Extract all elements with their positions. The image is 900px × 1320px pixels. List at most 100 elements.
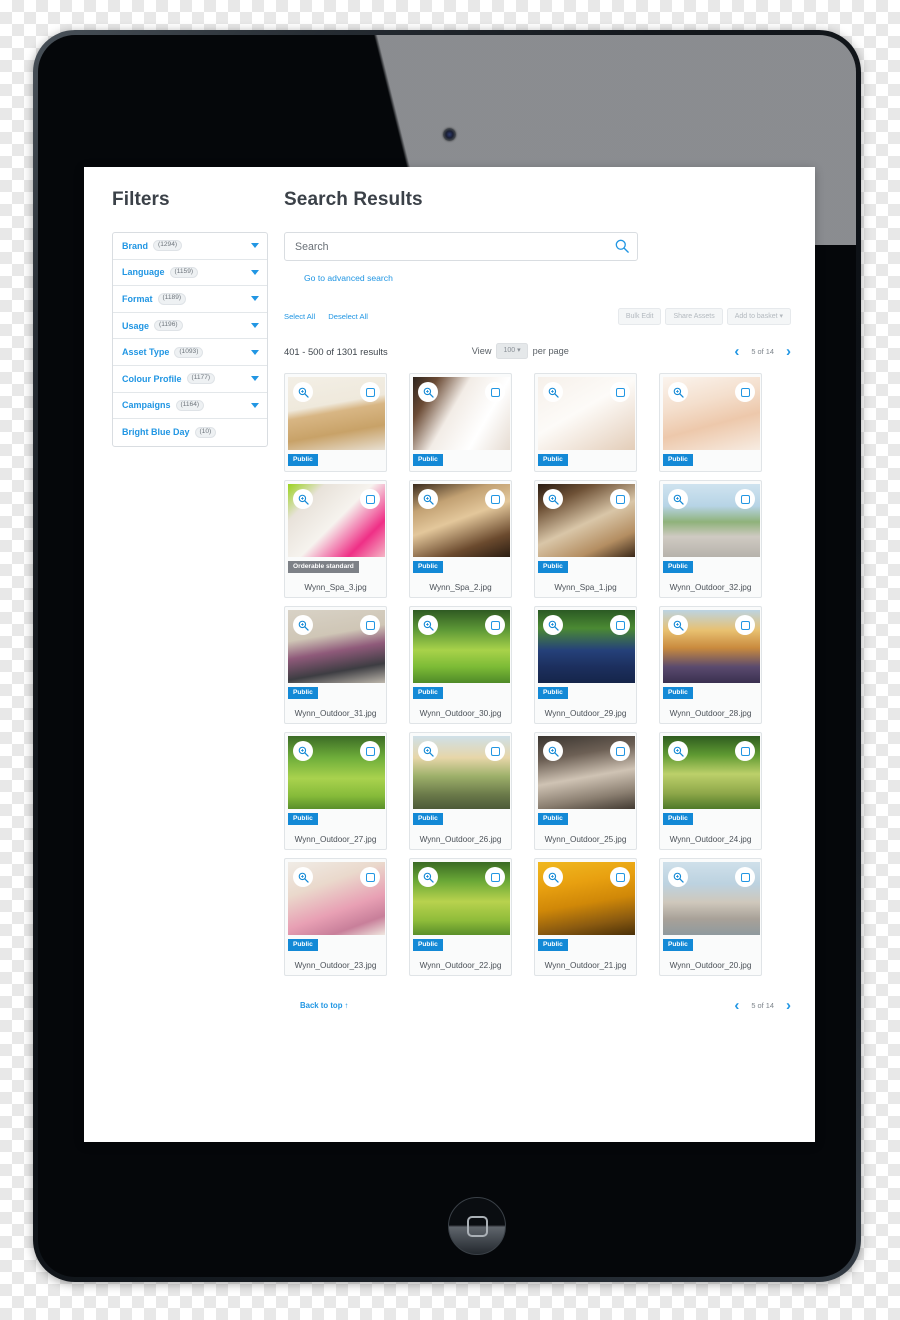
filter-row-brand[interactable]: Brand (1294)	[113, 233, 267, 260]
filters-title: Filters	[112, 189, 170, 210]
asset-card[interactable]: Public	[284, 373, 387, 472]
select-asset-checkbox[interactable]	[360, 382, 380, 402]
chevron-down-icon[interactable]	[251, 349, 259, 355]
asset-card[interactable]: Orderable standard Wynn_Spa_3.jpg	[284, 480, 387, 598]
zoom-preview-icon[interactable]	[543, 867, 563, 887]
zoom-preview-icon[interactable]	[543, 382, 563, 402]
select-asset-checkbox[interactable]	[485, 489, 505, 509]
select-asset-checkbox[interactable]	[360, 867, 380, 887]
advanced-search-link[interactable]: Go to advanced search	[304, 273, 393, 283]
select-asset-checkbox[interactable]	[610, 382, 630, 402]
per-page-select[interactable]: 100 ▾	[496, 343, 528, 359]
zoom-preview-icon[interactable]	[418, 741, 438, 761]
chevron-down-icon[interactable]	[251, 402, 259, 408]
checkbox-square-icon	[490, 746, 500, 756]
select-asset-checkbox[interactable]	[485, 867, 505, 887]
badge-strip: Public	[288, 809, 383, 830]
home-button[interactable]	[448, 1197, 506, 1255]
asset-card[interactable]: Public Wynn_Outdoor_27.jpg	[284, 732, 387, 850]
filter-row-language[interactable]: Language (1159)	[113, 260, 267, 287]
asset-card[interactable]: Public	[409, 373, 512, 472]
zoom-preview-icon[interactable]	[668, 615, 688, 635]
asset-thumbnail-wrap	[288, 736, 385, 809]
select-asset-checkbox[interactable]	[360, 615, 380, 635]
select-asset-checkbox[interactable]	[360, 741, 380, 761]
select-asset-checkbox[interactable]	[735, 489, 755, 509]
add-to-basket-button[interactable]: Add to basket ▾	[726, 307, 791, 326]
select-all-link[interactable]: Select All	[284, 312, 315, 321]
asset-card[interactable]: Public Wynn_Outdoor_20.jpg	[659, 858, 762, 976]
asset-card[interactable]: Public Wynn_Spa_2.jpg	[409, 480, 512, 598]
zoom-preview-icon[interactable]	[543, 741, 563, 761]
asset-card[interactable]: Public Wynn_Outdoor_32.jpg	[659, 480, 762, 598]
zoom-preview-icon[interactable]	[668, 741, 688, 761]
badge-strip: Public	[663, 935, 758, 956]
back-to-top-link[interactable]: Back to top ↑	[300, 1001, 349, 1010]
status-badge: Public	[288, 687, 318, 700]
zoom-preview-icon[interactable]	[418, 382, 438, 402]
asset-card[interactable]: Public Wynn_Outdoor_23.jpg	[284, 858, 387, 976]
zoom-preview-icon[interactable]	[668, 382, 688, 402]
asset-card[interactable]: Public	[659, 373, 762, 472]
select-asset-checkbox[interactable]	[610, 615, 630, 635]
asset-card[interactable]: Public Wynn_Outdoor_29.jpg	[534, 606, 637, 724]
zoom-preview-icon[interactable]	[668, 489, 688, 509]
asset-card[interactable]: Public Wynn_Outdoor_22.jpg	[409, 858, 512, 976]
select-asset-checkbox[interactable]	[485, 615, 505, 635]
filter-row-bright-blue-day[interactable]: Bright Blue Day (10)	[113, 419, 267, 446]
asset-card[interactable]: Public Wynn_Outdoor_21.jpg	[534, 858, 637, 976]
next-page-icon-bottom[interactable]: ›	[786, 998, 791, 1013]
filter-row-usage[interactable]: Usage (1196)	[113, 313, 267, 340]
select-asset-checkbox[interactable]	[735, 382, 755, 402]
select-asset-checkbox[interactable]	[360, 489, 380, 509]
asset-card[interactable]: Public	[534, 373, 637, 472]
prev-page-icon[interactable]: ‹	[734, 344, 739, 359]
zoom-preview-icon[interactable]	[668, 867, 688, 887]
zoom-preview-icon[interactable]	[543, 489, 563, 509]
home-square-icon	[466, 1215, 488, 1237]
select-asset-checkbox[interactable]	[610, 741, 630, 761]
asset-card[interactable]: Public Wynn_Outdoor_31.jpg	[284, 606, 387, 724]
select-asset-checkbox[interactable]	[485, 741, 505, 761]
filter-row-asset-type[interactable]: Asset Type (1093)	[113, 339, 267, 366]
select-asset-checkbox[interactable]	[735, 867, 755, 887]
pagination-top: ‹ 5 of 14 ›	[734, 344, 791, 359]
zoom-preview-icon[interactable]	[293, 489, 313, 509]
chevron-down-icon[interactable]	[251, 296, 259, 302]
chevron-down-icon[interactable]	[251, 323, 259, 329]
asset-card[interactable]: Public Wynn_Outdoor_30.jpg	[409, 606, 512, 724]
prev-page-icon-bottom[interactable]: ‹	[734, 998, 739, 1013]
filter-row-colour-profile[interactable]: Colour Profile (1177)	[113, 366, 267, 393]
select-asset-checkbox[interactable]	[485, 382, 505, 402]
zoom-preview-icon[interactable]	[543, 615, 563, 635]
zoom-preview-icon[interactable]	[293, 741, 313, 761]
select-asset-checkbox[interactable]	[610, 867, 630, 887]
zoom-preview-icon[interactable]	[418, 615, 438, 635]
per-page-label: per page	[532, 346, 569, 356]
select-asset-checkbox[interactable]	[735, 741, 755, 761]
deselect-all-link[interactable]: Deselect All	[328, 312, 368, 321]
zoom-preview-icon[interactable]	[418, 867, 438, 887]
asset-card[interactable]: Public Wynn_Outdoor_28.jpg	[659, 606, 762, 724]
search-input[interactable]	[284, 232, 638, 261]
filter-row-campaigns[interactable]: Campaigns (1164)	[113, 393, 267, 420]
share-assets-button[interactable]: Share Assets	[665, 307, 723, 326]
checkbox-square-icon	[740, 620, 750, 630]
zoom-preview-icon[interactable]	[293, 382, 313, 402]
bulk-edit-button[interactable]: Bulk Edit	[617, 307, 662, 326]
zoom-preview-icon[interactable]	[293, 615, 313, 635]
chevron-down-icon[interactable]	[251, 269, 259, 275]
filter-row-format[interactable]: Format (1189)	[113, 286, 267, 313]
select-asset-checkbox[interactable]	[610, 489, 630, 509]
asset-card[interactable]: Public Wynn_Outdoor_24.jpg	[659, 732, 762, 850]
next-page-icon[interactable]: ›	[786, 344, 791, 359]
chevron-down-icon[interactable]	[251, 376, 259, 382]
asset-card[interactable]: Public Wynn_Spa_1.jpg	[534, 480, 637, 598]
asset-card[interactable]: Public Wynn_Outdoor_26.jpg	[409, 732, 512, 850]
chevron-down-icon[interactable]	[251, 243, 259, 249]
zoom-preview-icon[interactable]	[293, 867, 313, 887]
asset-card[interactable]: Public Wynn_Outdoor_25.jpg	[534, 732, 637, 850]
select-asset-checkbox[interactable]	[735, 615, 755, 635]
status-badge: Public	[413, 687, 443, 700]
zoom-preview-icon[interactable]	[418, 489, 438, 509]
